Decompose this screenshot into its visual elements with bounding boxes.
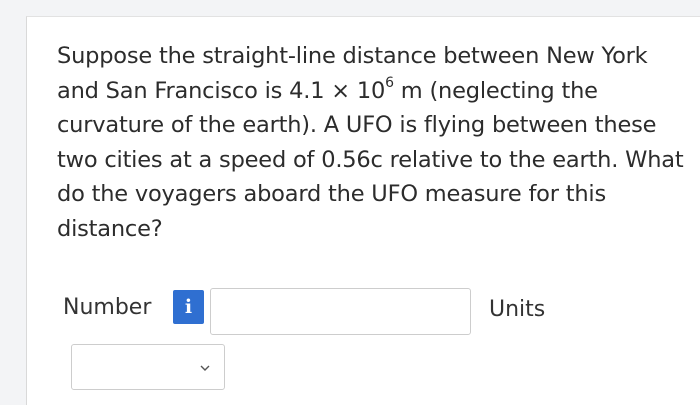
info-icon[interactable]: i <box>173 290 204 324</box>
units-dropdown[interactable] <box>71 344 225 390</box>
chevron-down-icon <box>200 365 210 371</box>
number-input[interactable] <box>210 288 471 335</box>
exponent: 6 <box>385 75 394 91</box>
question-card: Suppose the straight-line distance betwe… <box>26 16 700 405</box>
number-label: Number <box>63 295 152 320</box>
units-label: Units <box>489 297 546 322</box>
question-text: Suppose the straight-line distance betwe… <box>57 39 687 246</box>
